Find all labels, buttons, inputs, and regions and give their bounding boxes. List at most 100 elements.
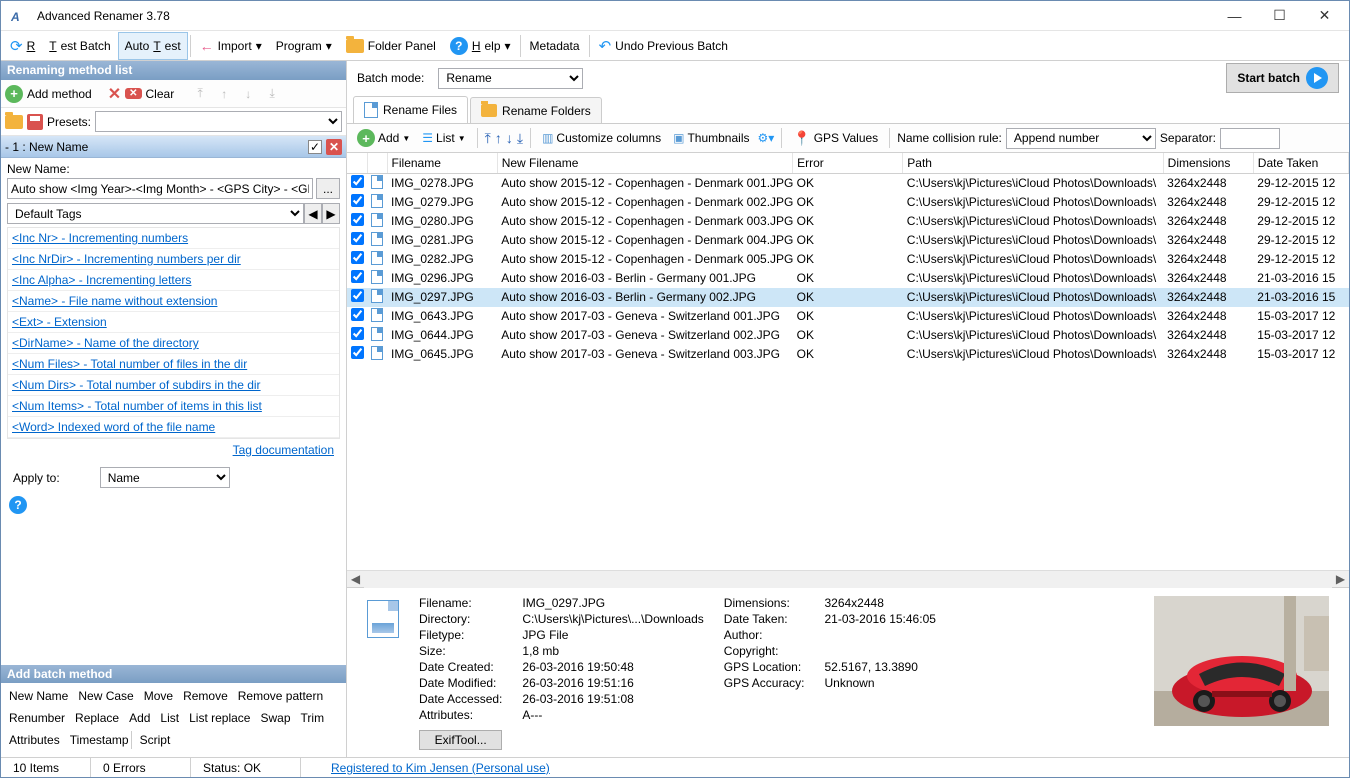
help-button[interactable]: ?Help▾ (443, 32, 518, 60)
tag-link[interactable]: <Inc Nr> - Incrementing numbers (8, 228, 339, 249)
batch-method-replace[interactable]: Replace (73, 709, 121, 727)
apply-to-select[interactable]: Name (100, 467, 230, 488)
table-row[interactable]: IMG_0297.JPGAuto show 2016-03 - Berlin -… (347, 288, 1349, 307)
import-button[interactable]: ←Import▾ (193, 32, 269, 60)
test-batch-button[interactable]: Test Batch (42, 32, 117, 60)
minimize-button[interactable]: — (1212, 2, 1257, 30)
tag-documentation-link[interactable]: Tag documentation (233, 443, 334, 457)
batch-method-remove-pattern[interactable]: Remove pattern (236, 687, 325, 705)
row-checkbox[interactable] (351, 308, 364, 321)
tag-link[interactable]: <Ext> - Extension (8, 312, 339, 333)
row-checkbox[interactable] (351, 251, 364, 264)
table-row[interactable]: IMG_0281.JPGAuto show 2015-12 - Copenhag… (347, 231, 1349, 250)
pattern-input[interactable] (7, 178, 313, 199)
method-help-icon[interactable]: ? (9, 496, 27, 514)
prev-tag-button[interactable]: ◀ (304, 203, 322, 224)
column-header[interactable]: Filename (387, 153, 497, 173)
move-up-button[interactable]: ↑ (214, 83, 234, 105)
tab-rename-folders[interactable]: Rename Folders (470, 97, 602, 123)
tags-dropdown[interactable]: Default Tags (7, 203, 304, 224)
move-bottom-button[interactable]: ⤓ (262, 83, 282, 105)
grid-add-button[interactable]: +Add▼ (353, 125, 414, 151)
row-checkbox[interactable] (351, 232, 364, 245)
pattern-browse-button[interactable]: ... (316, 178, 340, 199)
batch-method-attributes[interactable]: Attributes (7, 731, 62, 749)
batch-method-script[interactable]: Script (138, 731, 173, 749)
row-checkbox[interactable] (351, 270, 364, 283)
method-enabled-checkbox[interactable]: ✓ (308, 140, 322, 154)
method-title-bar[interactable]: - 1 : New Name ✓ ✕ (1, 136, 346, 158)
move-top-icon[interactable]: ⤒ (485, 130, 491, 147)
table-row[interactable]: IMG_0278.JPGAuto show 2015-12 - Copenhag… (347, 173, 1349, 193)
batch-method-timestamp[interactable]: Timestamp (68, 731, 132, 749)
method-delete-button[interactable]: ✕ (326, 139, 342, 155)
close-button[interactable]: ✕ (1302, 2, 1347, 30)
registration-link[interactable]: Registered to Kim Jensen (Personal use) (331, 761, 550, 775)
column-header[interactable]: Dimensions (1163, 153, 1253, 173)
add-method-button[interactable]: Add method (27, 87, 92, 101)
save-preset-icon[interactable] (27, 114, 43, 130)
metadata-button[interactable]: Metadata (523, 32, 587, 60)
next-tag-button[interactable]: ▶ (322, 203, 340, 224)
file-grid[interactable]: FilenameNew FilenameErrorPathDimensionsD… (347, 153, 1349, 570)
tag-link[interactable]: <DirName> - Name of the directory (8, 333, 339, 354)
table-row[interactable]: IMG_0279.JPGAuto show 2015-12 - Copenhag… (347, 193, 1349, 212)
tag-link[interactable]: <Name> - File name without extension (8, 291, 339, 312)
row-checkbox[interactable] (351, 194, 364, 207)
clear-button[interactable]: Clear (146, 87, 175, 101)
move-top-button[interactable]: ⤒ (190, 83, 210, 105)
tag-link[interactable]: <Word> Indexed word of the file name (8, 417, 339, 438)
batch-mode-select[interactable]: Rename (438, 68, 583, 89)
batch-method-remove[interactable]: Remove (181, 687, 230, 705)
tag-link[interactable]: <Num Items> - Total number of items in t… (8, 396, 339, 417)
start-batch-button[interactable]: Start batch (1226, 63, 1339, 93)
table-row[interactable]: IMG_0282.JPGAuto show 2015-12 - Copenhag… (347, 250, 1349, 269)
separator-input[interactable] (1220, 128, 1280, 149)
open-preset-icon[interactable] (5, 115, 23, 129)
table-row[interactable]: IMG_0644.JPGAuto show 2017-03 - Geneva -… (347, 326, 1349, 345)
batch-method-add[interactable]: Add (127, 709, 152, 727)
grid-list-button[interactable]: ☰List▼ (418, 125, 469, 151)
batch-method-swap[interactable]: Swap (258, 709, 292, 727)
refresh-button[interactable]: ⟳R (3, 32, 42, 60)
presets-select[interactable] (95, 111, 342, 132)
row-checkbox[interactable] (351, 346, 364, 359)
row-checkbox[interactable] (351, 213, 364, 226)
table-row[interactable]: IMG_0643.JPGAuto show 2017-03 - Geneva -… (347, 307, 1349, 326)
batch-method-new-case[interactable]: New Case (76, 687, 135, 705)
batch-method-move[interactable]: Move (142, 687, 175, 705)
tag-link[interactable]: <Num Files> - Total number of files in t… (8, 354, 339, 375)
table-row[interactable]: IMG_0296.JPGAuto show 2016-03 - Berlin -… (347, 269, 1349, 288)
batch-method-new-name[interactable]: New Name (7, 687, 70, 705)
tab-rename-files[interactable]: Rename Files (353, 96, 468, 123)
tag-link[interactable]: <Inc Alpha> - Incrementing letters (8, 270, 339, 291)
row-checkbox[interactable] (351, 289, 364, 302)
batch-method-renumber[interactable]: Renumber (7, 709, 67, 727)
table-row[interactable]: IMG_0645.JPGAuto show 2017-03 - Geneva -… (347, 345, 1349, 364)
settings-icon[interactable]: ⚙▾ (757, 131, 774, 145)
gps-values-button[interactable]: 📍GPS Values (789, 125, 882, 151)
row-checkbox[interactable] (351, 175, 364, 188)
row-checkbox[interactable] (351, 327, 364, 340)
move-down-icon[interactable]: ↓ (506, 130, 513, 146)
batch-method-list-replace[interactable]: List replace (187, 709, 252, 727)
thumbnails-button[interactable]: ▣Thumbnails (669, 125, 753, 151)
undo-button[interactable]: ↶Undo Previous Batch (592, 32, 735, 60)
column-header[interactable]: Path (903, 153, 1163, 173)
exiftool-button[interactable]: ExifTool... (419, 730, 502, 750)
tag-link[interactable]: <Inc NrDir> - Incrementing numbers per d… (8, 249, 339, 270)
maximize-button[interactable]: ☐ (1257, 2, 1302, 30)
batch-method-trim[interactable]: Trim (299, 709, 327, 727)
tag-link[interactable]: <Num Dirs> - Total number of subdirs in … (8, 375, 339, 396)
batch-method-list[interactable]: List (158, 709, 181, 727)
move-up-icon[interactable]: ↑ (495, 130, 502, 146)
collision-select[interactable]: Append number (1006, 128, 1156, 149)
column-header[interactable]: Error (793, 153, 903, 173)
program-button[interactable]: Program▾ (269, 32, 339, 60)
customize-columns-button[interactable]: ▥Customize columns (538, 125, 665, 151)
folder-panel-button[interactable]: Folder Panel (339, 32, 443, 60)
column-header[interactable]: Date Taken (1253, 153, 1348, 173)
column-header[interactable]: New Filename (497, 153, 792, 173)
auto-test-button[interactable]: Auto Test (118, 32, 188, 60)
move-bottom-icon[interactable]: ⤓ (517, 130, 523, 147)
